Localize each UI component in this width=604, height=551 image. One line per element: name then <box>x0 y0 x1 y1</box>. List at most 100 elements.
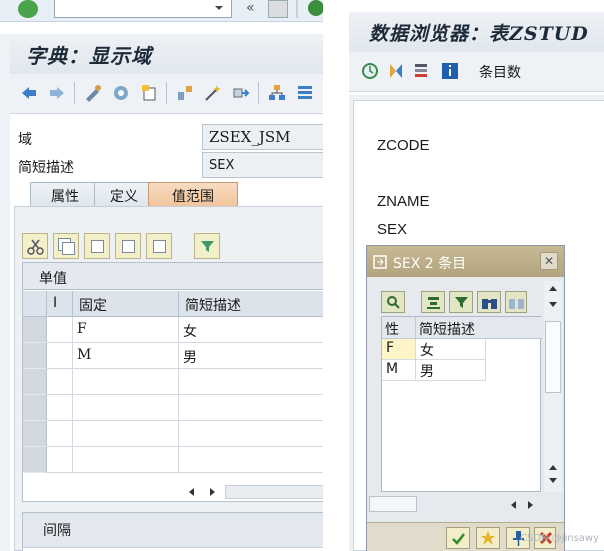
table-cell[interactable] <box>179 369 323 395</box>
horizontal-scrollbar[interactable] <box>187 483 323 501</box>
field-label-zcode: ZCODE <box>377 137 430 154</box>
add-favorite-icon[interactable] <box>476 527 500 549</box>
intervals-header-row <box>23 547 323 551</box>
where-used-icon[interactable] <box>140 84 158 102</box>
row-selector-header[interactable] <box>23 291 47 317</box>
row-selector[interactable] <box>23 343 47 369</box>
delete-row-icon[interactable] <box>146 233 172 259</box>
info-icon[interactable] <box>441 62 459 80</box>
object-list-icon[interactable] <box>176 84 194 102</box>
scroll-thumb[interactable] <box>369 496 417 512</box>
table-cell[interactable] <box>73 447 179 473</box>
column-header-desc[interactable]: 简短描述 <box>179 291 323 317</box>
table-cell[interactable] <box>47 395 73 421</box>
field-label-sex: SEX <box>377 221 408 238</box>
enter-check-icon[interactable] <box>18 0 38 18</box>
domain-value[interactable]: ZSEX_JSM <box>202 124 323 150</box>
short-desc-value[interactable]: SEX <box>202 152 323 178</box>
table-cell-fixed[interactable]: M <box>73 343 179 369</box>
tab-value-range[interactable]: 值范围 <box>148 182 238 206</box>
scroll-right-icon[interactable] <box>207 487 217 497</box>
history-back-icon[interactable]: « <box>246 0 255 16</box>
popup-toolbar <box>381 291 541 315</box>
back-arrow-icon[interactable] <box>20 84 38 102</box>
table-cell[interactable] <box>47 447 73 473</box>
filter-icon[interactable] <box>449 291 473 313</box>
window-left-strip <box>0 34 10 551</box>
table-settings-icon[interactable] <box>413 62 431 80</box>
column-header-i[interactable]: I <box>47 291 73 317</box>
table-cell[interactable] <box>73 395 179 421</box>
table-cell[interactable] <box>73 369 179 395</box>
row-selector[interactable] <box>23 395 47 421</box>
watermark: CSDN @jinsawy <box>520 533 600 544</box>
table-cell-fixed[interactable]: F <box>73 317 179 343</box>
display-change-icon[interactable] <box>84 84 102 102</box>
back-green-icon[interactable] <box>308 0 324 16</box>
scroll-track[interactable] <box>225 485 323 499</box>
navigation-icon[interactable] <box>232 84 250 102</box>
tab-attributes[interactable]: 属性 <box>30 182 100 206</box>
copy-icon[interactable] <box>53 233 79 259</box>
cut-icon[interactable] <box>22 233 48 259</box>
field-row-domain: 域 ZSEX_JSM <box>10 124 323 150</box>
sort-icon[interactable] <box>387 62 405 80</box>
hierarchy-icon[interactable] <box>268 84 286 102</box>
list-item-desc[interactable]: 女 <box>416 339 486 360</box>
scroll-thumb[interactable] <box>545 321 561 393</box>
scroll-left-icon[interactable] <box>509 500 517 510</box>
scroll-up-icon[interactable] <box>548 284 558 292</box>
confirm-check-icon[interactable] <box>446 527 470 549</box>
column-header-sex[interactable]: 性别 <box>382 317 416 358</box>
table-cell[interactable] <box>73 421 179 447</box>
find-binoculars-icon[interactable] <box>477 291 501 313</box>
execute-clock-icon[interactable] <box>361 62 379 80</box>
scroll-down-icon[interactable] <box>548 477 558 485</box>
intervals-grid: 间隔 <box>22 512 323 551</box>
scroll-left-icon[interactable] <box>187 487 197 497</box>
sort-ascending-icon[interactable] <box>421 291 445 313</box>
insert-row-icon[interactable] <box>115 233 141 259</box>
filter-icon[interactable] <box>194 233 220 259</box>
close-icon[interactable]: ✕ <box>540 252 558 270</box>
table-cell-desc[interactable]: 男 <box>179 343 323 369</box>
table-cell[interactable] <box>47 421 73 447</box>
grid-toolbar <box>22 233 322 261</box>
list-item-desc[interactable]: 男 <box>416 360 486 381</box>
scroll-up-icon[interactable] <box>548 463 558 471</box>
application-toolbar <box>349 52 604 92</box>
column-header-fixed[interactable]: 固定 <box>73 291 179 317</box>
layout-icon[interactable] <box>296 84 314 102</box>
table-cell[interactable] <box>179 447 323 473</box>
magic-wand-icon[interactable] <box>204 84 222 102</box>
list-item-key[interactable]: F <box>382 339 416 360</box>
row-selector[interactable] <box>23 447 47 473</box>
column-header-desc[interactable]: 简短描述 <box>416 317 542 339</box>
row-selector[interactable] <box>23 421 47 447</box>
horizontal-scrollbar[interactable] <box>367 496 564 514</box>
table-cell-desc[interactable]: 女 <box>179 317 323 343</box>
scroll-down-icon[interactable] <box>548 301 558 309</box>
chevron-down-icon[interactable] <box>212 2 226 14</box>
vertical-scrollbar[interactable] <box>544 281 562 492</box>
list-item-key[interactable]: M <box>382 360 416 381</box>
row-selector[interactable] <box>23 317 47 343</box>
forward-arrow-icon[interactable] <box>48 84 66 102</box>
scroll-right-icon[interactable] <box>527 500 535 510</box>
table-cell[interactable] <box>47 343 73 369</box>
find-next-icon[interactable] <box>505 291 527 313</box>
paste-icon[interactable] <box>84 233 110 259</box>
popup-title: SEX 2 条目 <box>393 256 467 272</box>
table-cell[interactable] <box>179 395 323 421</box>
table-cell[interactable] <box>47 317 73 343</box>
save-icon[interactable] <box>268 0 288 18</box>
search-icon[interactable] <box>381 291 405 313</box>
tab-definition[interactable]: 定义 <box>94 182 154 206</box>
row-selector[interactable] <box>23 369 47 395</box>
command-field[interactable] <box>54 0 232 18</box>
activate-icon[interactable] <box>112 84 130 102</box>
number-of-entries-button[interactable]: 条目数 <box>479 62 521 82</box>
table-cell[interactable] <box>47 369 73 395</box>
table-cell[interactable] <box>179 421 323 447</box>
value-help-list: 性别 简短描述 F 女 M 男 <box>381 316 542 492</box>
